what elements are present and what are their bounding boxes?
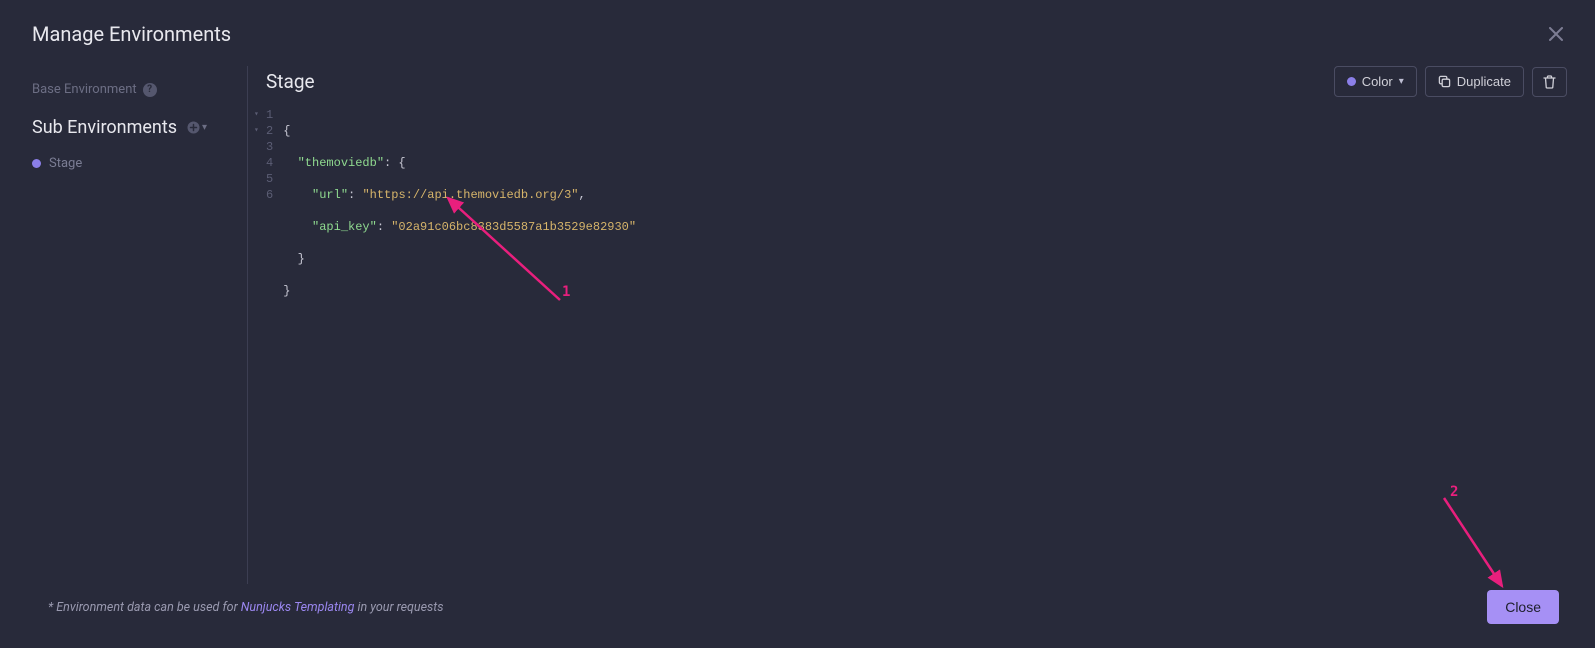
help-icon: ? <box>143 83 157 97</box>
close-icon[interactable] <box>1545 20 1567 48</box>
code-content: { "themoviedb": { "url": "https://api.th… <box>283 107 636 331</box>
footer-note: * Environment data can be used for Nunju… <box>48 600 444 615</box>
chevron-down-icon: ▾ <box>1399 76 1404 87</box>
json-editor[interactable]: { "themoviedb": { "url": "https://api.th… <box>266 107 1567 331</box>
editor-topbar-buttons: Color ▾ Duplicate <box>1334 66 1567 97</box>
dialog-footer: * Environment data can be used for Nunju… <box>0 572 1595 648</box>
editor-area: Stage Color ▾ Duplicate <box>248 66 1567 584</box>
sidebar-item-stage[interactable]: Stage <box>32 152 233 175</box>
line-gutter <box>266 107 283 331</box>
sidebar-item-label: Stage <box>49 156 82 171</box>
sidebar-sub-heading-row: Sub Environments ▾ <box>32 117 233 138</box>
color-button[interactable]: Color ▾ <box>1334 66 1417 97</box>
duplicate-button[interactable]: Duplicate <box>1425 66 1524 97</box>
sidebar-base-label: Base Environment <box>32 82 137 97</box>
dialog-body: Base Environment ? Sub Environments ▾ St… <box>0 66 1595 584</box>
sidebar-base-environment[interactable]: Base Environment ? <box>32 82 233 97</box>
sidebar: Base Environment ? Sub Environments ▾ St… <box>32 66 248 584</box>
duplicate-button-label: Duplicate <box>1457 74 1511 89</box>
dialog-header: Manage Environments <box>0 0 1595 66</box>
dialog-title: Manage Environments <box>32 22 231 46</box>
chevron-down-icon: ▾ <box>202 122 207 133</box>
sidebar-sub-heading: Sub Environments <box>32 117 177 138</box>
color-swatch-icon <box>1347 77 1356 86</box>
env-color-dot <box>32 159 41 168</box>
delete-button[interactable] <box>1532 67 1567 97</box>
trash-icon <box>1543 75 1556 89</box>
plus-circle-icon <box>187 121 200 134</box>
editor-topbar: Stage Color ▾ Duplicate <box>266 66 1567 97</box>
close-button[interactable]: Close <box>1487 590 1559 624</box>
environment-name[interactable]: Stage <box>266 70 315 93</box>
color-button-label: Color <box>1362 74 1393 89</box>
add-sub-environment-button[interactable]: ▾ <box>187 121 207 134</box>
nunjucks-link[interactable]: Nunjucks Templating <box>241 600 355 615</box>
duplicate-icon <box>1438 75 1451 88</box>
